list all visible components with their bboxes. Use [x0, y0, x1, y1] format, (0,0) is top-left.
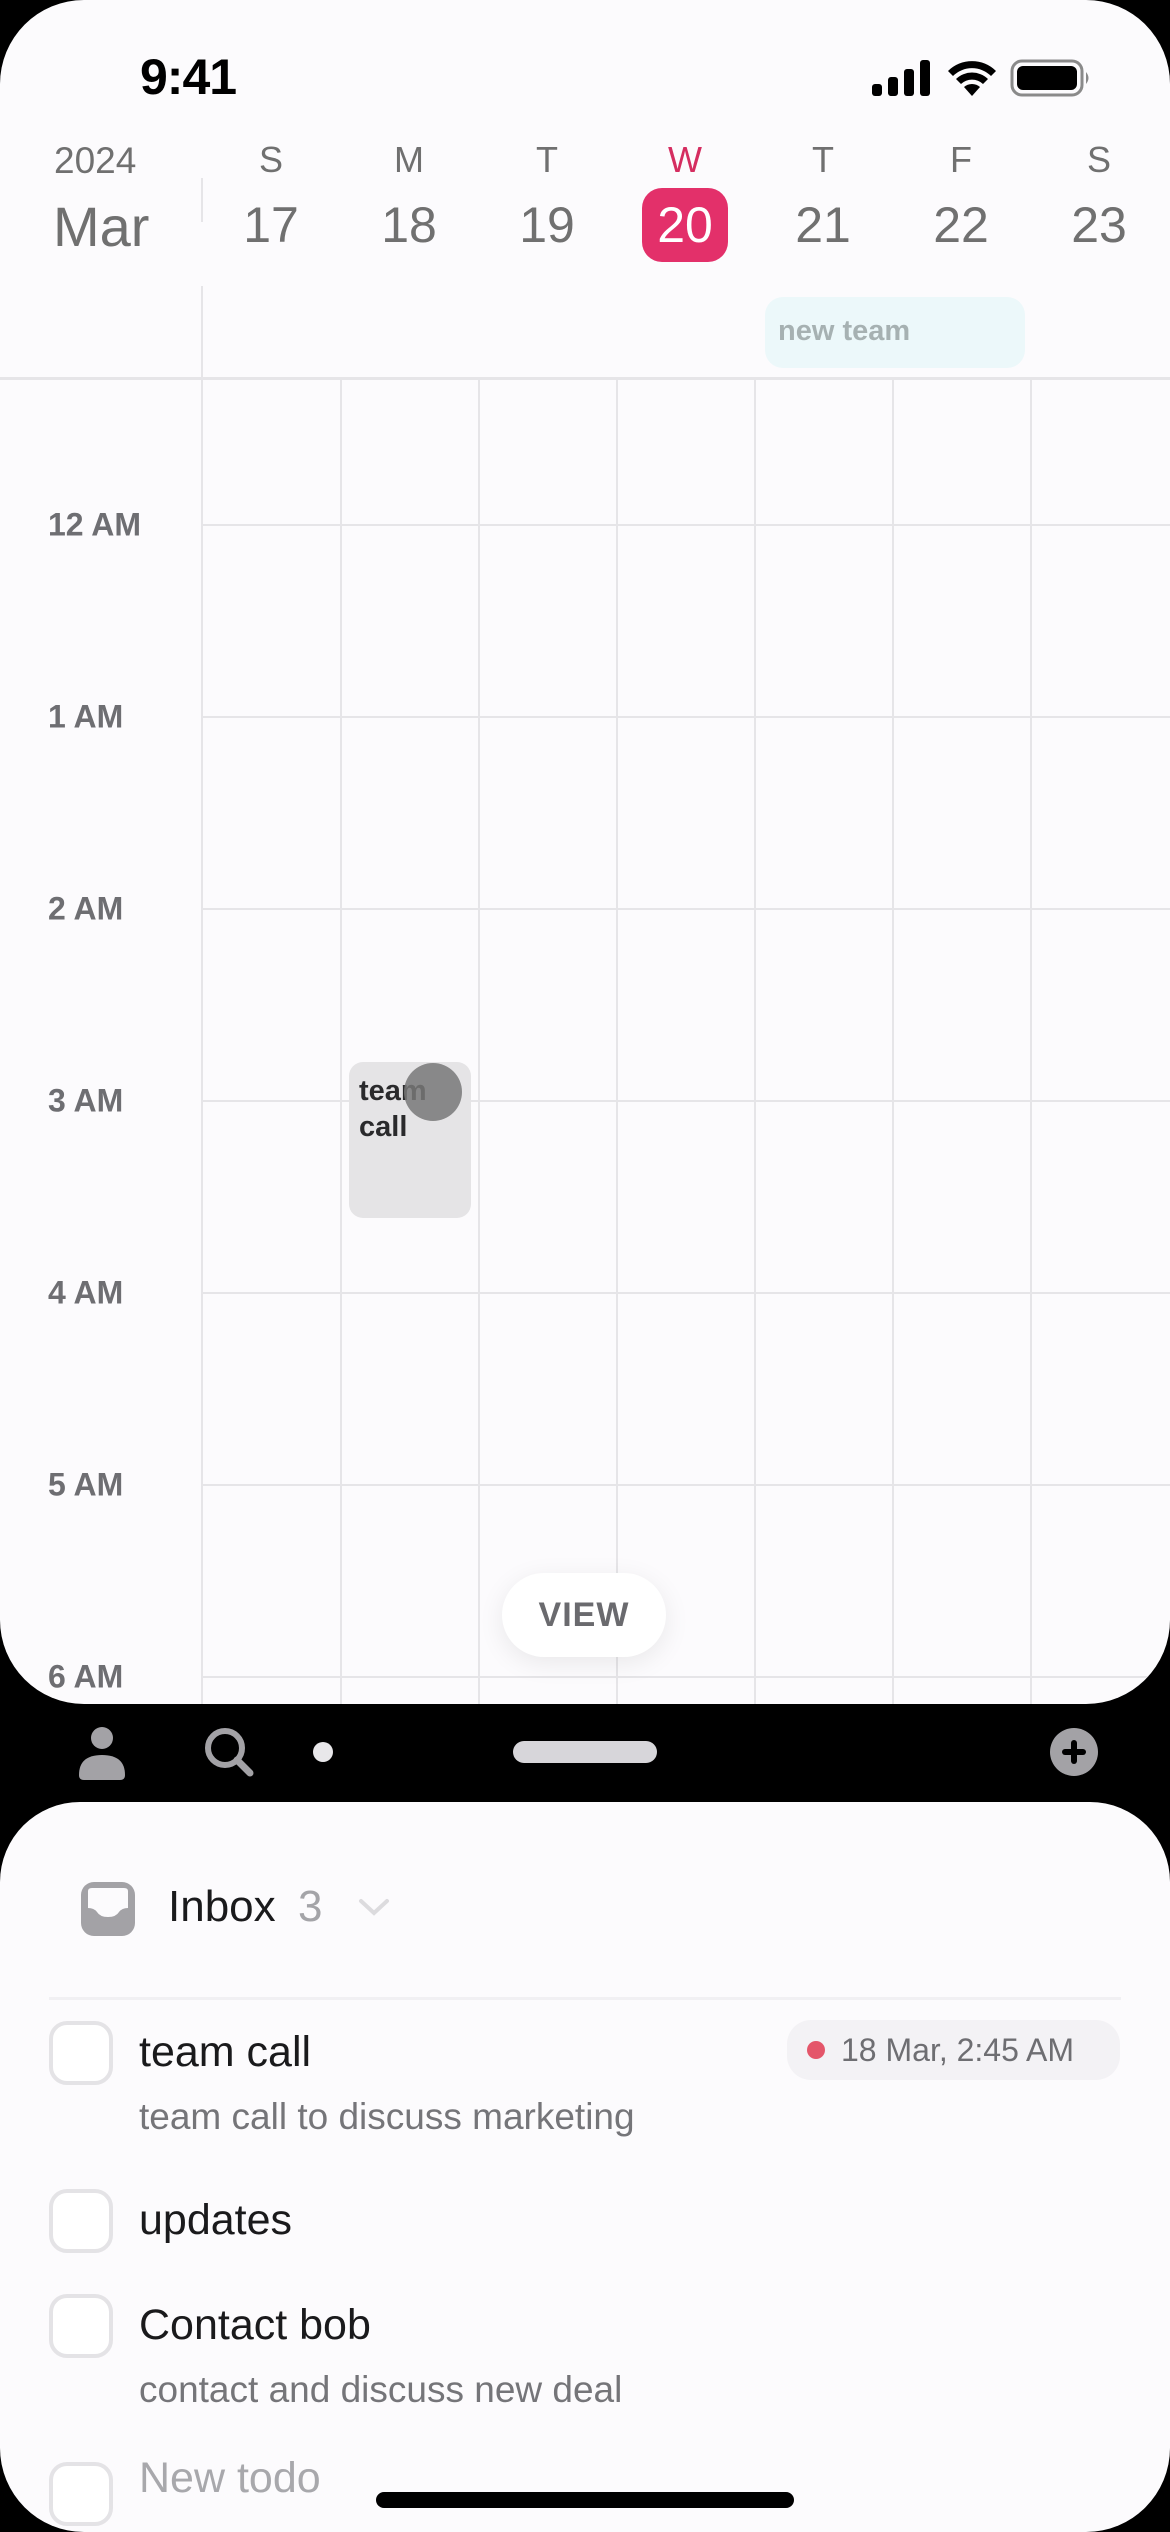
drag-handle[interactable]: [513, 1741, 657, 1763]
overdue-dot-icon: [807, 2041, 825, 2059]
grid-column-line: [616, 380, 618, 1704]
hour-label: 6 AM: [48, 1658, 124, 1695]
grid-column-line: [340, 380, 342, 1704]
day-number-wrap: 18: [366, 188, 452, 262]
grid-hour-line: [202, 1292, 1170, 1294]
hour-label: 1 AM: [48, 698, 124, 735]
calendar-panel: 9:41 2024 Mar S 17 M 18 T 19 W 20 T 21 F 22 S 23 new …: [0, 0, 1170, 1704]
todo-title: team call: [139, 2028, 312, 2076]
today-highlight: 20: [642, 188, 728, 262]
day-number-wrap: 23: [1056, 188, 1142, 262]
day-number: 21: [795, 197, 851, 253]
day-letter: S: [258, 139, 283, 180]
profile-button[interactable]: [72, 1724, 132, 1782]
day-number: 20: [657, 197, 713, 253]
grid-column-line: [201, 380, 203, 1704]
todo-checkbox[interactable]: [49, 2189, 113, 2253]
grid-hour-line: [202, 1484, 1170, 1486]
day-letter: S: [1086, 139, 1111, 180]
page-dot-indicator: [313, 1742, 333, 1762]
todo-title: Contact bob: [139, 2301, 371, 2349]
day-column-header[interactable]: S 23: [1030, 140, 1168, 262]
grid-column-line: [1030, 380, 1032, 1704]
day-number: 23: [1071, 197, 1127, 253]
year-label: 2024: [54, 140, 137, 181]
grid-hour-line: [202, 716, 1170, 718]
grid-hour-line: [202, 1100, 1170, 1102]
add-circle-icon: [1050, 1728, 1098, 1776]
grid-hour-line: [202, 908, 1170, 910]
day-number-wrap: 17: [228, 188, 314, 262]
day-number-wrap: 22: [918, 188, 1004, 262]
due-date-text: 18 Mar, 2:45 AM: [841, 2031, 1075, 2068]
day-letter: F: [950, 139, 972, 180]
grid-hour-line: [202, 524, 1170, 526]
allday-event[interactable]: new team: [765, 297, 1025, 368]
cellular-signal-icon: [872, 60, 930, 96]
todo-checkbox[interactable]: [49, 2294, 113, 2358]
todo-subtitle: contact and discuss new deal: [139, 2369, 623, 2410]
sheet-divider: [49, 1997, 1121, 2000]
day-number: 19: [519, 197, 575, 253]
view-button[interactable]: VIEW: [502, 1573, 666, 1657]
day-number-wrap: 19: [504, 188, 590, 262]
inbox-icon: [81, 1882, 135, 1941]
status-time: 9:41: [140, 49, 237, 105]
search-icon: [205, 1728, 254, 1777]
grid-column-line: [754, 380, 756, 1704]
day-column-header[interactable]: T 21: [754, 140, 892, 262]
month-label[interactable]: Mar: [53, 194, 149, 259]
day-number: 22: [933, 197, 989, 253]
allday-separator: [201, 286, 203, 379]
day-number-wrap: 21: [780, 188, 866, 262]
hour-label: 12 AM: [48, 506, 142, 543]
hour-label: 3 AM: [48, 1082, 124, 1119]
day-column-header[interactable]: M 18: [340, 140, 478, 262]
todo-title: updates: [139, 2196, 293, 2244]
todo-checkbox[interactable]: [49, 2021, 113, 2085]
chevron-down-icon[interactable]: [357, 1896, 391, 1923]
search-button[interactable]: [200, 1724, 260, 1782]
day-letter: T: [812, 139, 834, 180]
inbox-sheet: Inbox 3 team call team call to discuss m…: [0, 1802, 1170, 2532]
add-button[interactable]: [1050, 1728, 1098, 1776]
hour-label: 4 AM: [48, 1274, 124, 1311]
hour-label: 2 AM: [48, 890, 124, 927]
wifi-icon: [948, 61, 996, 96]
grid-hour-line: [202, 1676, 1170, 1678]
grid-column-line: [892, 380, 894, 1704]
day-column-header[interactable]: W 20: [616, 140, 754, 262]
home-indicator: [376, 2492, 794, 2508]
day-letter: W: [668, 139, 702, 180]
day-column-header[interactable]: S 17: [202, 140, 340, 262]
due-date-badge[interactable]: 18 Mar, 2:45 AM: [787, 2020, 1120, 2080]
touch-indicator: [404, 1063, 462, 1121]
todo-subtitle: team call to discuss marketing: [139, 2096, 635, 2137]
new-todo-checkbox[interactable]: [49, 2462, 113, 2526]
day-number: 17: [243, 197, 299, 253]
battery-icon: [1010, 59, 1089, 97]
day-letter: M: [394, 139, 424, 180]
person-icon: [79, 1727, 125, 1780]
day-number: 18: [381, 197, 437, 253]
inbox-title[interactable]: Inbox: [168, 1882, 276, 1932]
week-grid[interactable]: 12 AM 1 AM 2 AM 3 AM 4 AM 5 AM 6 AM: [0, 380, 1170, 1704]
inbox-count: 3: [298, 1882, 323, 1931]
status-icons: [872, 56, 1092, 100]
day-column-header[interactable]: F 22: [892, 140, 1030, 262]
hour-label: 5 AM: [48, 1466, 124, 1503]
day-letter: T: [536, 139, 558, 180]
grid-column-line: [478, 380, 480, 1704]
day-column-header[interactable]: T 19: [478, 140, 616, 262]
